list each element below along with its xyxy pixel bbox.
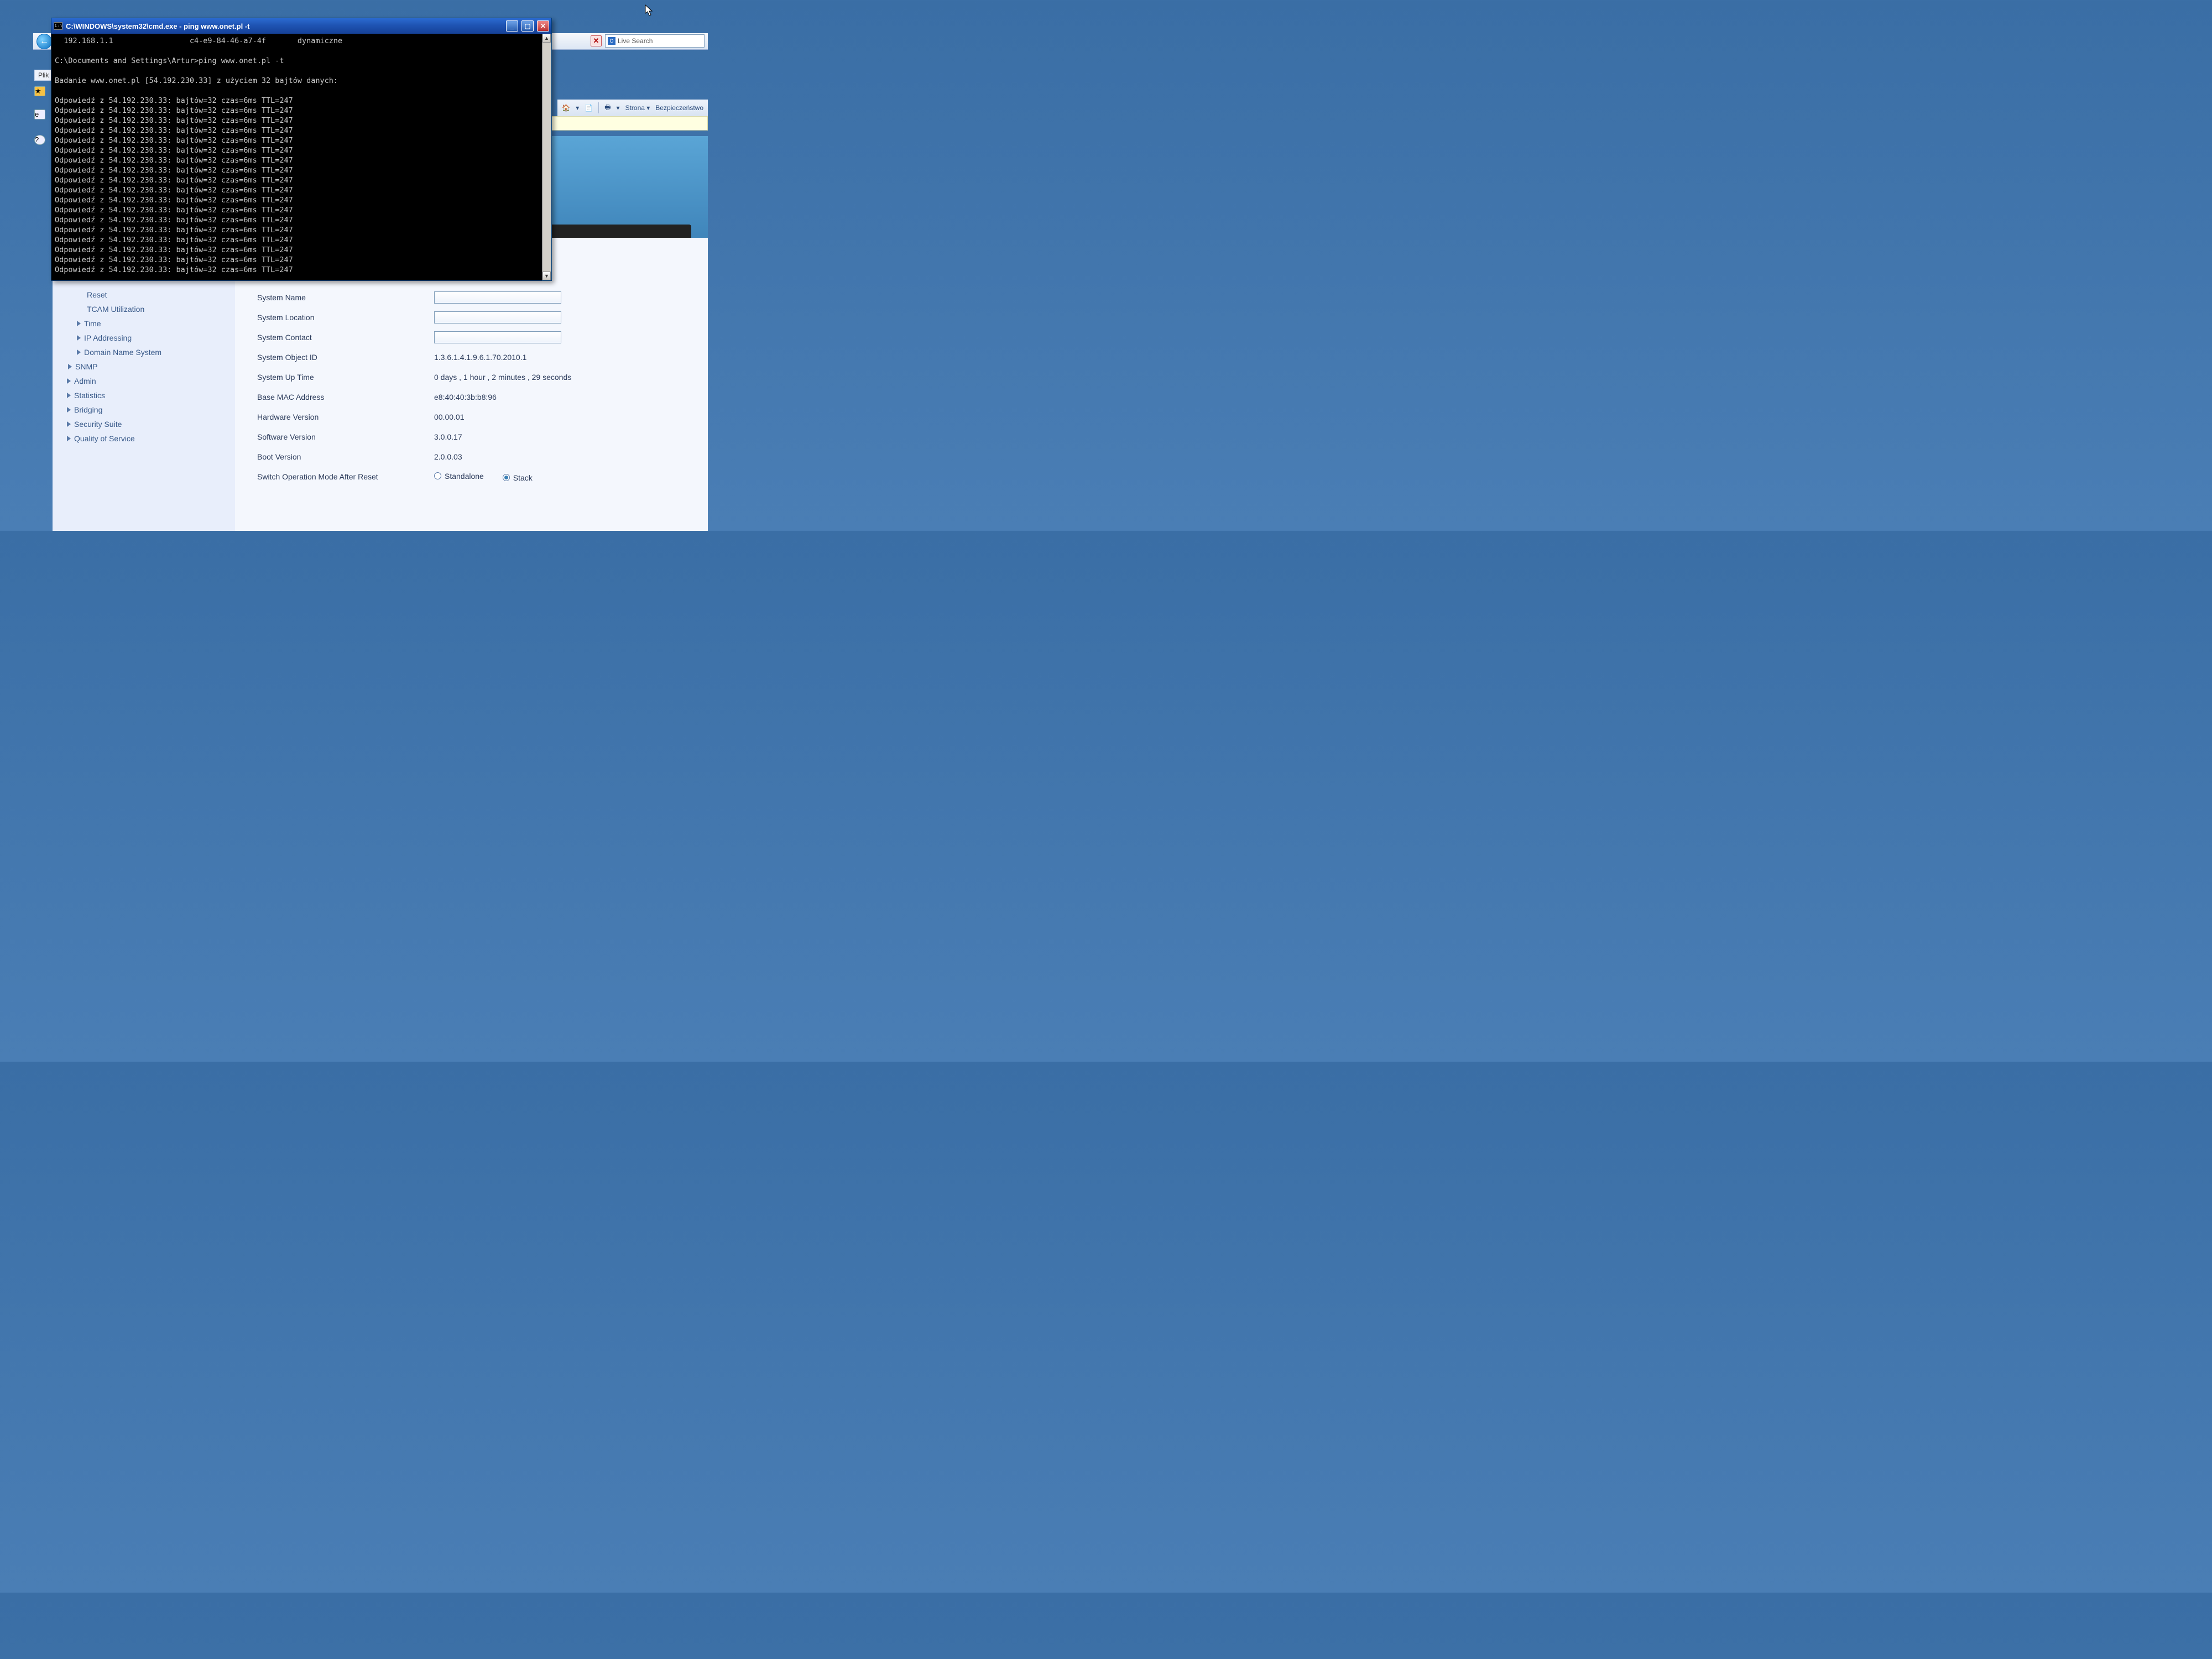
titlebar[interactable]: C:\WINDOWS\system32\cmd.exe - ping www.o… xyxy=(51,18,551,34)
cmd-icon xyxy=(54,22,62,30)
switch-admin-page: Reset TCAM Utilization Time IP Addressin… xyxy=(53,238,708,531)
close-tab-button[interactable]: ✕ xyxy=(591,35,602,46)
print-icon[interactable]: 🖶 xyxy=(604,102,611,114)
label-base-mac: Base MAC Address xyxy=(257,393,434,401)
ie-search-area: ✕ O Live Search xyxy=(591,33,705,49)
main-content: System Name System Location System Conta… xyxy=(235,238,708,531)
cmd-window: C:\WINDOWS\system32\cmd.exe - ping www.o… xyxy=(51,18,552,281)
radio-standalone-label: Standalone xyxy=(445,472,484,481)
label-switch-mode: Switch Operation Mode After Reset xyxy=(257,472,434,481)
caret-right-icon xyxy=(67,393,71,398)
radio-standalone[interactable]: Standalone xyxy=(434,472,484,481)
label-software-version: Software Version xyxy=(257,432,434,441)
label-system-name: System Name xyxy=(257,293,434,302)
caret-right-icon xyxy=(77,349,81,355)
maximize-button[interactable]: ▢ xyxy=(521,20,534,32)
help-icon[interactable]: ? xyxy=(34,135,45,145)
caret-right-icon xyxy=(67,378,71,384)
sidebar-item-bridging[interactable]: Bridging xyxy=(67,403,229,417)
label-system-object-id: System Object ID xyxy=(257,353,434,362)
mouse-cursor-icon xyxy=(645,4,654,17)
scroll-up-button[interactable]: ▲ xyxy=(542,34,551,43)
input-system-contact[interactable] xyxy=(434,331,561,343)
ie-command-bar: 🏠▾ 📄 🖶▾ Strona ▾ Bezpieczeństwo xyxy=(557,100,708,116)
search-placeholder: Live Search xyxy=(618,37,653,45)
search-input[interactable]: O Live Search xyxy=(605,34,705,48)
sidebar-item-reset[interactable]: Reset xyxy=(67,288,229,302)
caret-right-icon xyxy=(67,407,71,413)
input-system-location[interactable] xyxy=(434,311,561,324)
value-boot-version: 2.0.0.03 xyxy=(434,452,462,461)
scrollbar[interactable]: ▲ ▼ xyxy=(542,34,551,280)
ie-tab-icon[interactable]: e xyxy=(34,109,45,119)
value-hardware-version: 00.00.01 xyxy=(434,413,465,421)
label-system-contact: System Contact xyxy=(257,333,434,342)
toolbar-safety[interactable]: Bezpieczeństwo xyxy=(655,104,703,112)
scroll-down-button[interactable]: ▼ xyxy=(542,272,551,280)
radio-stack-label: Stack xyxy=(513,473,533,482)
label-boot-version: Boot Version xyxy=(257,452,434,461)
value-software-version: 3.0.0.17 xyxy=(434,432,462,441)
window-title: C:\WINDOWS\system32\cmd.exe - ping www.o… xyxy=(66,22,250,30)
sidebar-item-ip-addressing[interactable]: IP Addressing xyxy=(67,331,229,345)
sidebar-item-qos[interactable]: Quality of Service xyxy=(67,431,229,446)
caret-right-icon xyxy=(67,436,71,441)
close-button[interactable]: ✕ xyxy=(537,20,549,32)
favorite-icon[interactable]: ★ xyxy=(34,86,45,96)
caret-right-icon xyxy=(77,321,81,326)
caret-right-icon xyxy=(77,335,81,341)
sidebar-item-snmp[interactable]: SNMP xyxy=(67,359,229,374)
ie-tab-strip: ★ e ? xyxy=(34,71,45,145)
label-system-location: System Location xyxy=(257,313,434,322)
feeds-icon[interactable]: 📄 xyxy=(585,104,593,112)
back-button[interactable]: ← xyxy=(36,34,52,49)
value-system-object-id: 1.3.6.1.4.1.9.6.1.70.2010.1 xyxy=(434,353,526,362)
sidebar-item-statistics[interactable]: Statistics xyxy=(67,388,229,403)
label-system-up-time: System Up Time xyxy=(257,373,434,382)
input-system-name[interactable] xyxy=(434,291,561,304)
caret-right-icon xyxy=(68,364,72,369)
label-hardware-version: Hardware Version xyxy=(257,413,434,421)
radio-stack[interactable]: Stack xyxy=(503,473,533,482)
sidebar-item-dns[interactable]: Domain Name System xyxy=(67,345,229,359)
value-base-mac: e8:40:40:3b:b8:96 xyxy=(434,393,497,401)
toolbar-page[interactable]: Strona ▾ xyxy=(625,104,650,112)
sidebar-item-tcam[interactable]: TCAM Utilization xyxy=(67,302,229,316)
sidebar: Reset TCAM Utilization Time IP Addressin… xyxy=(53,238,235,531)
outlook-icon: O xyxy=(608,37,615,45)
value-system-up-time: 0 days , 1 hour , 2 minutes , 29 seconds xyxy=(434,373,571,382)
minimize-button[interactable]: _ xyxy=(506,20,518,32)
home-icon[interactable]: 🏠 xyxy=(562,104,570,112)
caret-right-icon xyxy=(67,421,71,427)
cmd-output: 192.168.1.1 c4-e9-84-46-a7-4f dynamiczne… xyxy=(51,34,542,280)
sidebar-item-admin[interactable]: Admin xyxy=(67,374,229,388)
sidebar-item-time[interactable]: Time xyxy=(67,316,229,331)
sidebar-item-security-suite[interactable]: Security Suite xyxy=(67,417,229,431)
